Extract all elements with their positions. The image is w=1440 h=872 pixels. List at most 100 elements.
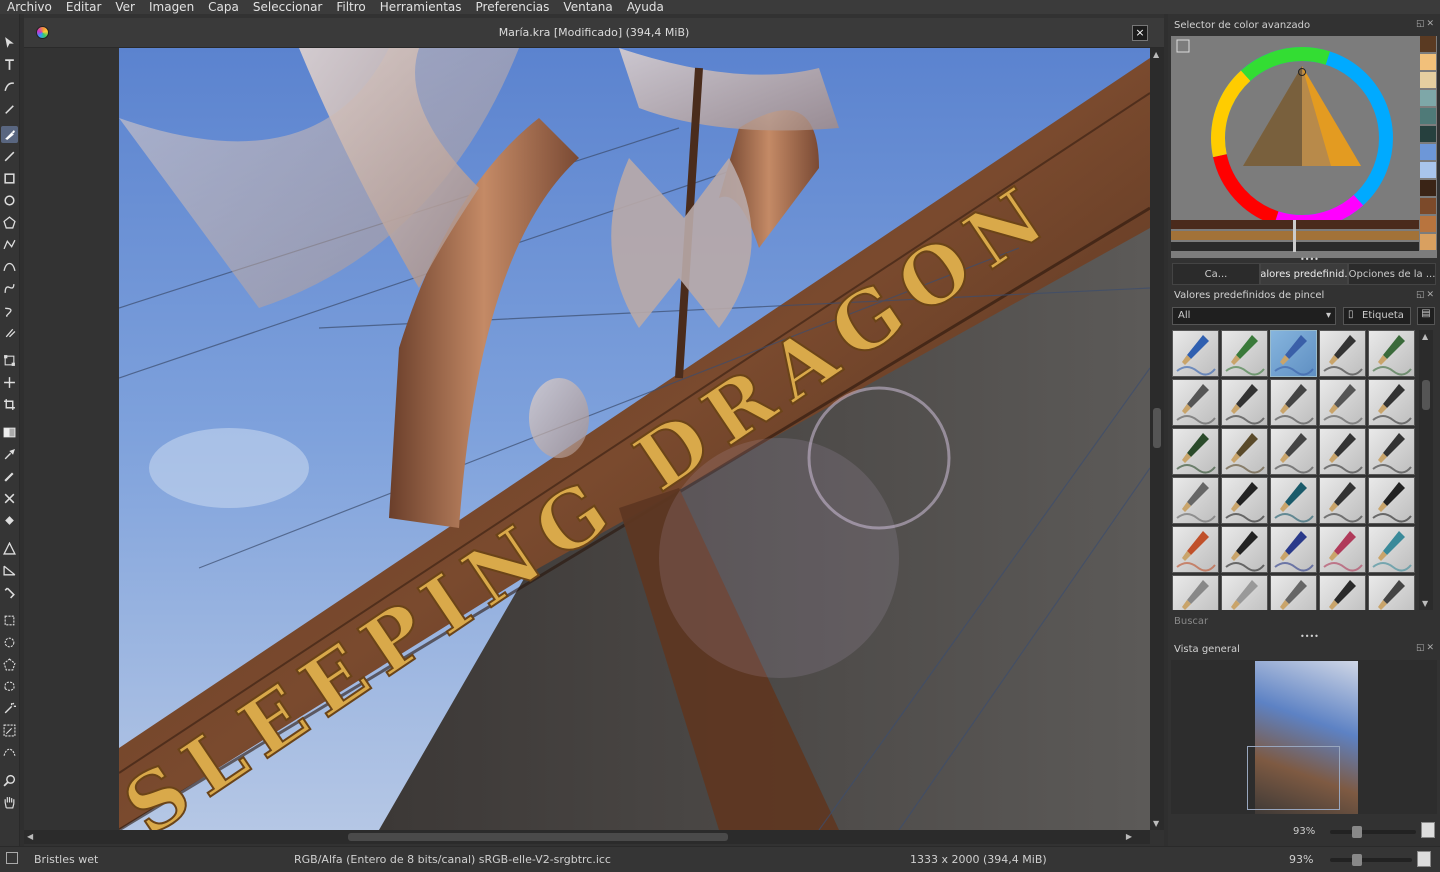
brush-preset-item[interactable] <box>1319 379 1366 426</box>
color-swatch[interactable] <box>1420 198 1436 214</box>
color-swatch[interactable] <box>1420 234 1436 250</box>
fill-tool-icon[interactable] <box>1 512 18 529</box>
status-zoom-fit-icon[interactable] <box>1417 851 1431 867</box>
bezier-tool-icon[interactable] <box>1 258 18 275</box>
select-shapes-tool-icon[interactable] <box>1 34 18 51</box>
freehand-brush-tool-icon[interactable] <box>1 126 18 143</box>
overview-zoom-slider[interactable] <box>1330 826 1416 838</box>
brush-preset-item[interactable] <box>1368 526 1415 573</box>
color-swatch[interactable] <box>1420 162 1436 178</box>
brush-preset-item[interactable] <box>1172 575 1219 610</box>
brush-preset-item[interactable] <box>1221 575 1268 610</box>
brush-preset-item[interactable] <box>1172 428 1219 475</box>
contiguous-selection-tool-icon[interactable] <box>1 700 18 717</box>
overview-fit-icon[interactable] <box>1421 822 1435 838</box>
brush-preset-item[interactable] <box>1270 477 1317 524</box>
bezier-selection-tool-icon[interactable] <box>1 744 18 761</box>
brush-view-options-icon[interactable]: ▤ <box>1417 307 1435 325</box>
selection-mode-icon[interactable] <box>6 852 18 864</box>
brush-preset-item[interactable] <box>1368 575 1415 610</box>
canvas-vertical-scrollbar[interactable]: ▲ ▼ <box>1150 48 1164 830</box>
brush-preset-item[interactable] <box>1172 526 1219 573</box>
crop-tool-icon[interactable] <box>1 396 18 413</box>
painting-canvas[interactable]: SLEEPING DRAGON <box>119 48 1150 830</box>
polygon-tool-icon[interactable] <box>1 214 18 231</box>
color-swatch[interactable] <box>1420 180 1436 196</box>
brush-preset-item[interactable] <box>1172 477 1219 524</box>
color-swatch[interactable] <box>1420 216 1436 232</box>
status-zoom-slider[interactable] <box>1330 854 1412 866</box>
multibrush-tool-icon[interactable] <box>1 324 18 341</box>
color-swatch[interactable] <box>1420 54 1436 70</box>
brush-preset-item[interactable] <box>1319 575 1366 610</box>
scroll-up-icon[interactable]: ▲ <box>1422 332 1428 341</box>
tag-button[interactable]: ▯ Etiqueta <box>1343 307 1411 325</box>
menu-imagen[interactable]: Imagen <box>142 0 201 14</box>
menu-ventana[interactable]: Ventana <box>556 0 619 14</box>
color-swatch[interactable] <box>1420 90 1436 106</box>
menu-seleccionar[interactable]: Seleccionar <box>246 0 329 14</box>
scroll-up-icon[interactable]: ▲ <box>1153 50 1159 59</box>
rectangle-tool-icon[interactable] <box>1 170 18 187</box>
smart-patch-tool-icon[interactable] <box>1 490 18 507</box>
brush-preset-item[interactable] <box>1368 379 1415 426</box>
zoom-tool-icon[interactable] <box>1 772 18 789</box>
measure-tool-icon[interactable] <box>1 562 18 579</box>
brush-preset-item[interactable] <box>1221 477 1268 524</box>
overview-viewport-rect[interactable] <box>1247 746 1340 810</box>
scroll-right-icon[interactable]: ▶ <box>1126 832 1132 841</box>
polyline-tool-icon[interactable] <box>1 236 18 253</box>
dynamic-brush-tool-icon[interactable] <box>1 302 18 319</box>
brush-preset-item[interactable] <box>1221 428 1268 475</box>
brush-preset-item[interactable] <box>1221 379 1268 426</box>
overview-zoom-slider-knob[interactable] <box>1352 826 1362 838</box>
brush-preset-item[interactable] <box>1368 477 1415 524</box>
color-selector-float-close-icon[interactable]: ◱✕ <box>1416 19 1436 29</box>
color-picker-tool-icon[interactable] <box>1 446 18 463</box>
transform-tool-icon[interactable] <box>1 352 18 369</box>
brush-preset-item[interactable] <box>1368 330 1415 377</box>
menu-filtro[interactable]: Filtro <box>329 0 372 14</box>
move-tool-icon[interactable] <box>1 374 18 391</box>
polygonal-selection-tool-icon[interactable] <box>1 656 18 673</box>
assistant-tool-icon[interactable] <box>1 540 18 557</box>
reference-images-tool-icon[interactable] <box>1 584 18 601</box>
brush-preset-item[interactable] <box>1270 526 1317 573</box>
scroll-left-icon[interactable]: ◀ <box>27 832 33 841</box>
brush-tag-filter-select[interactable]: All ▾ <box>1172 307 1336 325</box>
colorize-mask-tool-icon[interactable] <box>1 468 18 485</box>
color-swatch[interactable] <box>1420 144 1436 160</box>
brush-preset-item[interactable] <box>1319 526 1366 573</box>
menu-ayuda[interactable]: Ayuda <box>620 0 671 14</box>
menu-preferencias[interactable]: Preferencias <box>469 0 557 14</box>
canvas-vertical-scroll-thumb[interactable] <box>1153 408 1161 448</box>
close-document-button[interactable]: × <box>1132 25 1148 41</box>
canvas-horizontal-scrollbar[interactable]: ◀ ▶ <box>24 830 1150 844</box>
overview-float-close-icon[interactable]: ◱✕ <box>1416 643 1436 653</box>
brush-search-input[interactable]: Buscar <box>1174 616 1208 627</box>
menu-archivo[interactable]: Archivo <box>0 0 59 14</box>
line-tool-icon[interactable] <box>1 148 18 165</box>
brush-grid-scrollbar[interactable]: ▲ ▼ <box>1419 330 1433 610</box>
tab-brush-presets[interactable]: Valores predefinid... <box>1260 263 1348 285</box>
freehand-selection-tool-icon[interactable] <box>1 678 18 695</box>
status-color-space[interactable]: RGB/Alfa (Entero de 8 bits/canal) sRGB-e… <box>294 853 611 866</box>
brush-preset-item[interactable] <box>1172 330 1219 377</box>
menu-capa[interactable]: Capa <box>201 0 246 14</box>
brush-preset-item[interactable] <box>1319 330 1366 377</box>
color-swatch[interactable] <box>1420 108 1436 124</box>
menu-ver[interactable]: Ver <box>108 0 142 14</box>
brush-preset-item[interactable] <box>1221 526 1268 573</box>
freehand-path-tool-icon[interactable] <box>1 280 18 297</box>
color-wheel[interactable] <box>1171 36 1437 258</box>
similar-color-selection-tool-icon[interactable] <box>1 722 18 739</box>
brush-preset-item[interactable] <box>1270 575 1317 610</box>
splitter-handle-icon[interactable]: •••• <box>1300 632 1319 641</box>
color-swatch[interactable] <box>1420 126 1436 142</box>
calligraphy-tool-icon[interactable] <box>1 100 18 117</box>
brush-preset-item[interactable] <box>1172 379 1219 426</box>
scroll-down-icon[interactable]: ▼ <box>1422 599 1428 608</box>
rectangular-selection-tool-icon[interactable] <box>1 612 18 629</box>
brush-presets-float-close-icon[interactable]: ◱✕ <box>1416 290 1436 300</box>
brush-preset-item[interactable] <box>1319 428 1366 475</box>
